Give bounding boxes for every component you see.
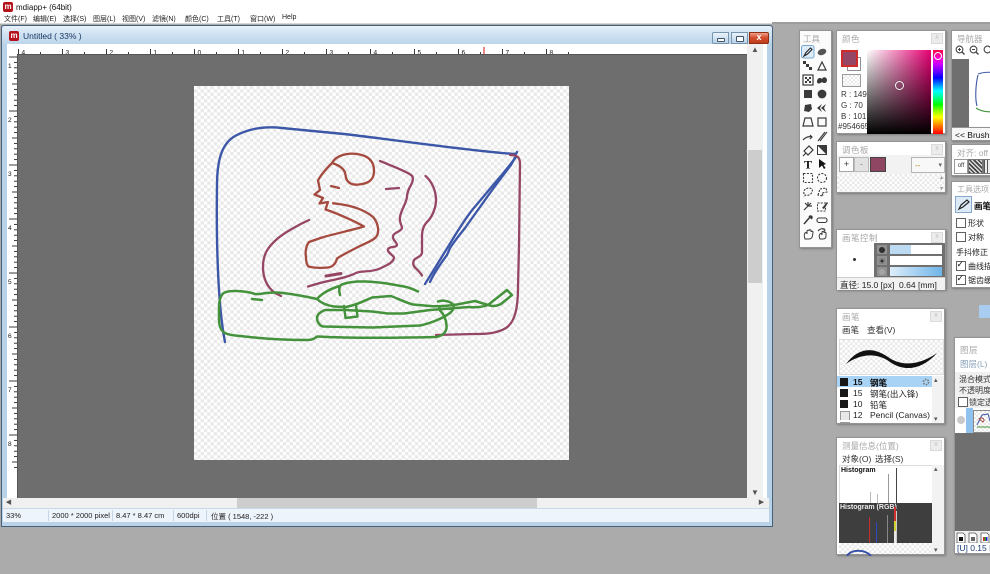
- svg-text:6: 6: [8, 333, 12, 340]
- svg-text:3: 3: [8, 171, 12, 178]
- svg-text:2: 2: [8, 117, 12, 124]
- svg-text:8: 8: [8, 441, 12, 448]
- svg-text:T: T: [804, 158, 812, 172]
- svg-text:5: 5: [8, 279, 12, 286]
- svg-text:4: 4: [8, 225, 12, 232]
- svg-text:1: 1: [8, 63, 12, 70]
- svg-text:7: 7: [8, 387, 12, 394]
